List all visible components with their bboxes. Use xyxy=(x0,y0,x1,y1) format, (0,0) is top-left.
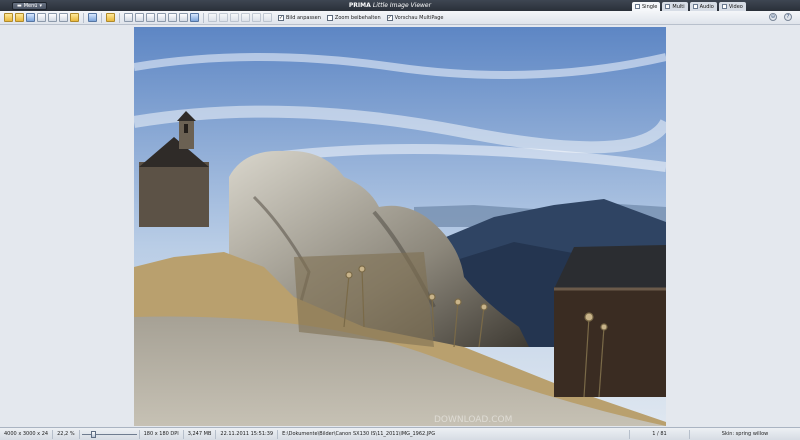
settings-icon[interactable]: ⊖ xyxy=(769,13,777,21)
chevron-down-icon: ▾ xyxy=(39,2,42,9)
multipage-preview-checkbox[interactable]: ✓ Vorschau MultiPage xyxy=(386,14,444,21)
slideshow-icon[interactable] xyxy=(106,13,115,22)
app-subtitle: Little Image Viewer xyxy=(372,2,432,9)
last-image-icon[interactable] xyxy=(263,13,272,22)
print-icon[interactable] xyxy=(48,13,57,22)
keep-zoom-label: Zoom beibehalten xyxy=(334,14,381,21)
help-icon[interactable]: ? xyxy=(784,13,792,21)
toolbar-divider xyxy=(83,12,84,23)
fit-image-label: Bild anpassen xyxy=(286,14,321,21)
status-filesize: 3,247 MB xyxy=(184,429,217,439)
menu-label: Menü xyxy=(23,2,38,9)
checkbox-checked-icon: ✓ xyxy=(386,14,393,21)
tab-audio-label: Audio xyxy=(699,3,714,10)
image-viewer[interactable]: DOWNLOAD.COM xyxy=(0,25,800,427)
previous-image-icon[interactable] xyxy=(219,13,228,22)
fit-image-checkbox[interactable]: ✓ Bild anpassen xyxy=(278,14,321,21)
refresh-icon[interactable] xyxy=(230,13,239,22)
save-icon[interactable] xyxy=(26,13,35,22)
zoom-in-icon[interactable] xyxy=(146,13,155,22)
clipboard-icon[interactable] xyxy=(70,13,79,22)
tab-audio[interactable]: Audio xyxy=(689,2,717,11)
actual-size-icon[interactable] xyxy=(179,13,188,22)
first-image-icon[interactable] xyxy=(208,13,217,22)
app-title: PRIMA Little Image Viewer xyxy=(290,2,490,9)
tab-multi[interactable]: Multi xyxy=(662,2,688,11)
zoom-slider-track xyxy=(81,433,137,435)
zoom-out-icon[interactable] xyxy=(157,13,166,22)
status-page: 1 / 81 xyxy=(630,429,690,439)
fullscreen-icon[interactable] xyxy=(190,13,199,22)
folder-icon[interactable] xyxy=(15,13,24,22)
toolbar-divider xyxy=(203,12,204,23)
tab-single[interactable]: Single xyxy=(632,2,661,11)
status-path: E:\Dokumente\Bilder\Canon SX130 IS\11_20… xyxy=(278,429,630,439)
stop-icon[interactable] xyxy=(241,13,250,22)
checkbox-checked-icon: ✓ xyxy=(278,14,284,21)
open-folder-icon[interactable] xyxy=(4,13,13,22)
menu-icon: ▬ xyxy=(17,2,22,9)
menu-button[interactable]: ▬ Menü ▾ xyxy=(12,1,47,10)
single-image-icon xyxy=(635,4,640,9)
status-dimensions: 4000 x 3000 x 24 xyxy=(0,429,54,439)
fit-window-icon[interactable] xyxy=(168,13,177,22)
tab-multi-label: Multi xyxy=(672,3,685,10)
watermark-text: DOWNLOAD.COM xyxy=(434,415,512,425)
tab-video-label: Video xyxy=(728,3,743,10)
landscape-photo: DOWNLOAD.COM xyxy=(134,27,666,426)
video-icon xyxy=(721,4,727,9)
mode-tabs: Single Multi Audio Video xyxy=(632,2,746,11)
status-zoom: 22,2 % xyxy=(53,429,80,439)
status-bar: 4000 x 3000 x 24 22,2 % 180 x 180 DPI 3,… xyxy=(0,427,800,440)
audio-icon xyxy=(692,4,698,9)
multi-image-icon xyxy=(665,4,671,9)
zoom-slider-thumb[interactable] xyxy=(91,430,97,438)
toolbar-divider xyxy=(119,12,120,23)
next-image-icon[interactable] xyxy=(252,13,261,22)
tab-video[interactable]: Video xyxy=(718,2,746,11)
status-date: 22.11.2011 15:51:39 xyxy=(216,429,279,439)
app-name: PRIMA xyxy=(348,2,371,9)
multipage-preview-label: Vorschau MultiPage xyxy=(394,14,444,21)
status-dpi: 180 x 180 DPI xyxy=(140,429,184,439)
tab-single-label: Single xyxy=(642,3,658,10)
status-skin: Skin: spring willow xyxy=(721,431,769,437)
copy-icon[interactable] xyxy=(59,13,68,22)
keep-zoom-checkbox[interactable]: Zoom beibehalten xyxy=(326,14,381,21)
toolbar: ✓ Bild anpassen Zoom beibehalten ✓ Vorsc… xyxy=(0,11,800,25)
checkbox-unchecked-icon xyxy=(326,14,333,21)
photo[interactable]: DOWNLOAD.COM xyxy=(134,27,666,426)
zoom-slider[interactable] xyxy=(80,429,140,439)
title-bar: ▬ Menü ▾ PRIMA Little Image Viewer Singl… xyxy=(0,0,800,11)
edit-icon[interactable] xyxy=(37,13,46,22)
rotate-left-icon[interactable] xyxy=(124,13,133,22)
toolbar-right: ⊖ ? xyxy=(769,13,792,21)
toolbar-divider xyxy=(101,12,102,23)
rotate-right-icon[interactable] xyxy=(135,13,144,22)
info-icon[interactable] xyxy=(88,13,97,22)
